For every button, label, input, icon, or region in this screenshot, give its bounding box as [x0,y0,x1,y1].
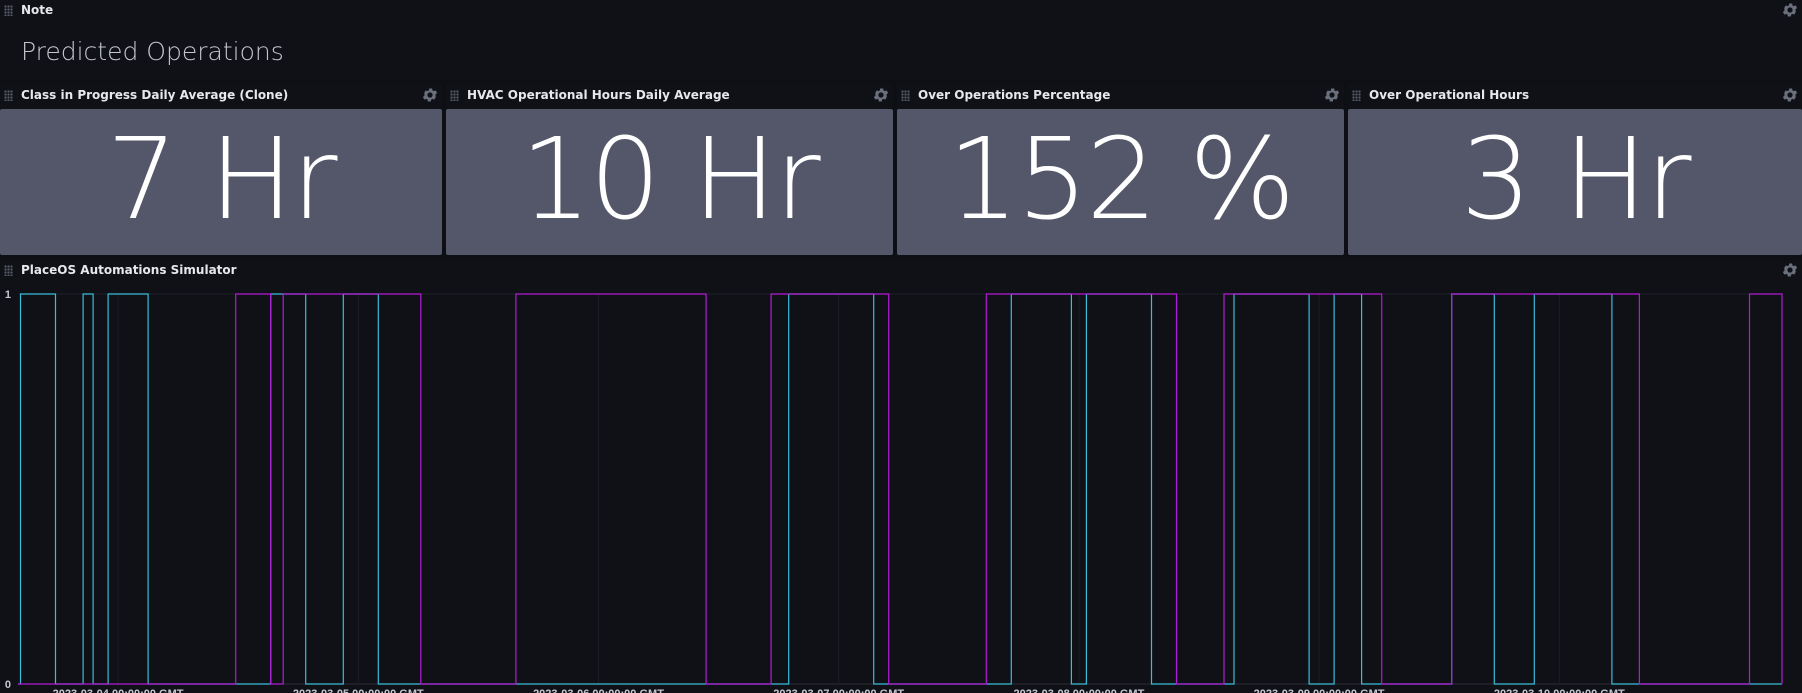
y-tick-label: 1 [5,289,11,301]
gear-icon[interactable] [1323,86,1341,104]
stat-panel-header: HVAC Operational Hours Daily Average [446,85,893,107]
x-tick-label: 2023-03-07 00:00:00 GMT [773,688,904,693]
drag-handle-icon[interactable] [4,5,13,16]
stat-value: 10 Hr [520,115,820,245]
single-stat: 7 Hr [0,109,442,255]
drag-handle-icon[interactable] [4,90,13,101]
panel-title: PlaceOS Automations Simulator [21,263,237,277]
note-text: Predicted Operations [21,37,284,66]
x-tick-label: 2023-03-06 00:00:00 GMT [533,688,664,693]
single-stat: 152 % [897,109,1344,255]
stat-panel-class-in-progress: Class in Progress Daily Average (Clone) … [0,85,442,255]
x-tick-label: 2023-03-08 00:00:00 GMT [1013,688,1144,693]
x-tick-label: 2023-03-04 00:00:00 GMT [53,688,184,693]
gear-icon[interactable] [1781,1,1799,19]
drag-handle-icon[interactable] [450,90,459,101]
graph-panel: PlaceOS Automations Simulator 2023-03-04… [0,260,1802,693]
single-stat: 10 Hr [446,109,893,255]
chart-series [18,293,1783,685]
series-line-1 [18,293,1783,685]
gear-icon[interactable] [421,86,439,104]
x-tick-label: 2023-03-09 00:00:00 GMT [1254,688,1385,693]
stat-value-container: 10 Hr [446,109,893,255]
note-panel-header: Note [0,0,1802,22]
stat-panel-over-operations-percentage: Over Operations Percentage 152 % [897,85,1344,255]
drag-handle-icon[interactable] [1352,90,1361,101]
panel-title: Note [21,3,54,17]
panel-title: Class in Progress Daily Average (Clone) [21,88,289,102]
x-tick-label: 2023-03-10 00:00:00 GMT [1494,688,1625,693]
panel-title: Over Operational Hours [1369,88,1530,102]
drag-handle-icon[interactable] [4,265,13,276]
stat-panel-header: Over Operations Percentage [897,85,1344,107]
drag-handle-icon[interactable] [901,90,910,101]
x-tick-label: 2023-03-05 00:00:00 GMT [293,688,424,693]
panel-title: HVAC Operational Hours Daily Average [467,88,730,102]
stat-value: 7 Hr [106,115,337,245]
stat-panel-hvac-hours: HVAC Operational Hours Daily Average 10 … [446,85,893,255]
stat-value: 3 Hr [1460,115,1691,245]
stat-panel-over-operational-hours: Over Operational Hours 3 Hr [1348,85,1802,255]
gear-icon[interactable] [1781,86,1799,104]
stat-value-container: 152 % [897,109,1344,255]
automations-line-chart[interactable]: 2023-03-04 00:00:00 GMT 2023-03-05 00:00:… [0,282,1802,693]
stat-value: 152 % [947,115,1296,245]
stat-value-container: 7 Hr [0,109,442,255]
note-panel: Note Predicted Operations [0,0,1802,80]
gear-icon[interactable] [872,86,890,104]
single-stat: 3 Hr [1348,109,1802,255]
panel-title: Over Operations Percentage [918,88,1111,102]
gear-icon[interactable] [1781,261,1799,279]
stat-panel-header: Class in Progress Daily Average (Clone) [0,85,442,107]
stat-panel-header: Over Operational Hours [1348,85,1802,107]
graph-panel-header: PlaceOS Automations Simulator [0,260,1802,282]
y-tick-label: 0 [5,679,11,691]
stat-value-container: 3 Hr [1348,109,1802,255]
